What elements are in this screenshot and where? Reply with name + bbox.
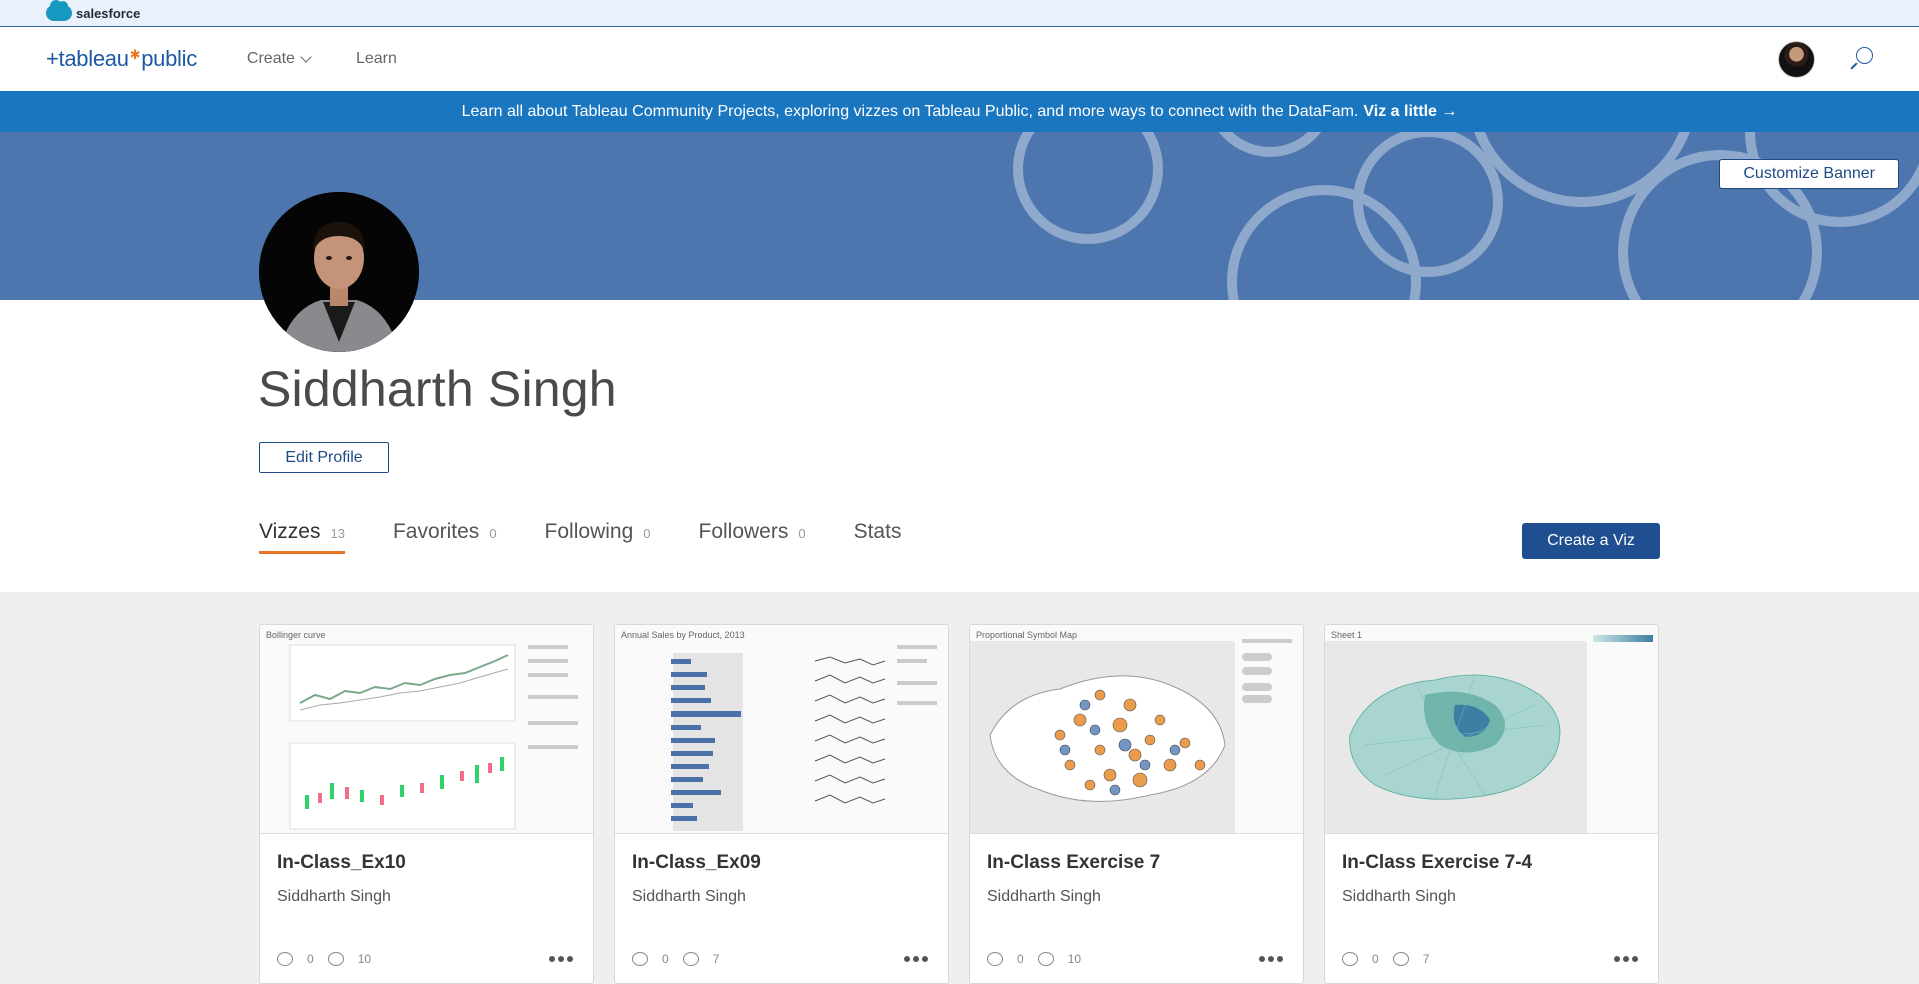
tab-count: 0 bbox=[489, 526, 497, 541]
favorite-icon[interactable] bbox=[1342, 952, 1358, 966]
profile-tabs: Vizzes 13 Favorites 0 Following 0 Followers… bbox=[259, 520, 902, 554]
nav-learn[interactable]: Learn bbox=[356, 50, 397, 68]
card-stats: 0 10 bbox=[987, 952, 1081, 966]
viz-gallery: Bollinger curve In-Class_Ex10 Siddharth … bbox=[259, 624, 1659, 984]
sales-chart-preview bbox=[671, 645, 937, 831]
tab-stats[interactable]: Stats bbox=[854, 520, 902, 552]
viz-card[interactable]: Sheet 1 In-Class Exercise 7-4 Siddharth … bbox=[1324, 624, 1659, 984]
favorite-count: 0 bbox=[307, 952, 314, 966]
logo-public: public bbox=[141, 46, 197, 71]
viz-thumbnail[interactable]: Proportional Symbol Map bbox=[970, 625, 1303, 834]
tab-count: 13 bbox=[330, 526, 345, 541]
tab-label: Vizzes bbox=[259, 520, 321, 543]
viz-thumbnail[interactable]: Annual Sales by Product, 2013 bbox=[615, 625, 948, 834]
views-icon bbox=[1392, 952, 1409, 966]
tab-favorites[interactable]: Favorites 0 bbox=[393, 520, 497, 552]
viz-thumbnail[interactable]: Sheet 1 bbox=[1325, 625, 1658, 834]
bollinger-chart-preview bbox=[289, 631, 590, 831]
more-options-icon[interactable] bbox=[549, 956, 573, 962]
logo-star-icon: ✱ bbox=[129, 47, 141, 62]
views-count: 7 bbox=[712, 952, 720, 966]
favorite-icon[interactable] bbox=[277, 952, 293, 966]
card-author[interactable]: Siddharth Singh bbox=[987, 888, 1101, 906]
card-title[interactable]: In-Class_Ex10 bbox=[277, 852, 406, 874]
more-options-icon[interactable] bbox=[1259, 956, 1283, 962]
viz-card[interactable]: Annual Sales by Product, 2013 In-Class_E… bbox=[614, 624, 949, 984]
views-count: 7 bbox=[1422, 952, 1430, 966]
edit-profile-button[interactable]: Edit Profile bbox=[259, 442, 389, 473]
card-author[interactable]: Siddharth Singh bbox=[632, 888, 746, 906]
views-count: 10 bbox=[1067, 952, 1082, 966]
tab-label: Favorites bbox=[392, 520, 480, 543]
favorite-count: 0 bbox=[662, 952, 669, 966]
card-author[interactable]: Siddharth Singh bbox=[277, 888, 391, 906]
profile-name: Siddharth Singh bbox=[258, 361, 617, 417]
views-icon bbox=[682, 952, 699, 966]
announcement-bar: Learn all about Tableau Community Projec… bbox=[0, 91, 1919, 132]
card-stats: 0 7 bbox=[1342, 952, 1429, 966]
salesforce-brand: salesforce bbox=[76, 5, 141, 21]
tab-count: 0 bbox=[643, 526, 651, 541]
nav-learn-label: Learn bbox=[355, 50, 397, 67]
card-title[interactable]: In-Class Exercise 7 bbox=[987, 852, 1160, 874]
viz-card[interactable]: Proportional Symbol Map In-Class Exercis… bbox=[969, 624, 1304, 984]
viz-card[interactable]: Bollinger curve In-Class_Ex10 Siddharth … bbox=[259, 624, 594, 984]
user-avatar[interactable] bbox=[1778, 40, 1815, 78]
tab-label: Followers bbox=[698, 520, 789, 543]
announcement-text: Learn all about Tableau Community Projec… bbox=[461, 102, 1359, 120]
nav-create-label: Create bbox=[246, 50, 295, 67]
thumb-title: Sheet 1 bbox=[1331, 630, 1363, 640]
tab-followers[interactable]: Followers 0 bbox=[699, 520, 806, 552]
favorite-icon[interactable] bbox=[987, 952, 1003, 966]
more-options-icon[interactable] bbox=[1614, 956, 1638, 962]
thumb-title: Bollinger curve bbox=[266, 630, 326, 640]
favorite-count: 0 bbox=[1017, 952, 1024, 966]
more-options-icon[interactable] bbox=[904, 956, 928, 962]
card-title[interactable]: In-Class Exercise 7-4 bbox=[1342, 852, 1532, 874]
logo-tableau: +tableau bbox=[46, 46, 129, 71]
announcement-link[interactable]: Viz a little → bbox=[1363, 103, 1457, 121]
tab-count: 0 bbox=[798, 526, 806, 541]
views-icon bbox=[327, 952, 344, 966]
favorite-icon[interactable] bbox=[632, 952, 648, 966]
chevron-down-icon bbox=[300, 50, 312, 63]
customize-banner-button[interactable]: Customize Banner bbox=[1719, 159, 1899, 189]
tab-following[interactable]: Following 0 bbox=[545, 520, 651, 552]
salesforce-bar: salesforce bbox=[0, 0, 1919, 27]
views-count: 10 bbox=[357, 952, 372, 966]
card-stats: 0 7 bbox=[632, 952, 719, 966]
tab-vizzes[interactable]: Vizzes 13 bbox=[259, 520, 345, 554]
tab-label: Stats bbox=[853, 520, 902, 543]
views-icon bbox=[1037, 952, 1054, 966]
profile-avatar bbox=[259, 192, 419, 352]
card-title[interactable]: In-Class_Ex09 bbox=[632, 852, 761, 874]
card-author[interactable]: Siddharth Singh bbox=[1342, 888, 1456, 906]
top-nav: +tableau ✱ public Create Learn bbox=[0, 27, 1919, 91]
tableau-public-logo[interactable]: +tableau ✱ public bbox=[46, 46, 197, 72]
tab-label: Following bbox=[544, 520, 634, 543]
create-viz-button[interactable]: Create a Viz bbox=[1522, 523, 1660, 559]
thumb-title: Proportional Symbol Map bbox=[976, 630, 1078, 640]
search-icon[interactable] bbox=[1849, 47, 1873, 71]
choropleth-map-preview bbox=[1325, 635, 1653, 833]
favorite-count: 0 bbox=[1372, 952, 1379, 966]
symbol-map-preview bbox=[970, 639, 1292, 833]
viz-thumbnail[interactable]: Bollinger curve bbox=[260, 625, 593, 834]
card-stats: 0 10 bbox=[277, 952, 371, 966]
salesforce-cloud-icon bbox=[46, 0, 72, 21]
thumb-title: Annual Sales by Product, 2013 bbox=[621, 630, 745, 640]
nav-create[interactable]: Create bbox=[246, 50, 312, 68]
profile-section: Siddharth Singh Edit Profile Vizzes 13 Fa… bbox=[0, 192, 1919, 592]
